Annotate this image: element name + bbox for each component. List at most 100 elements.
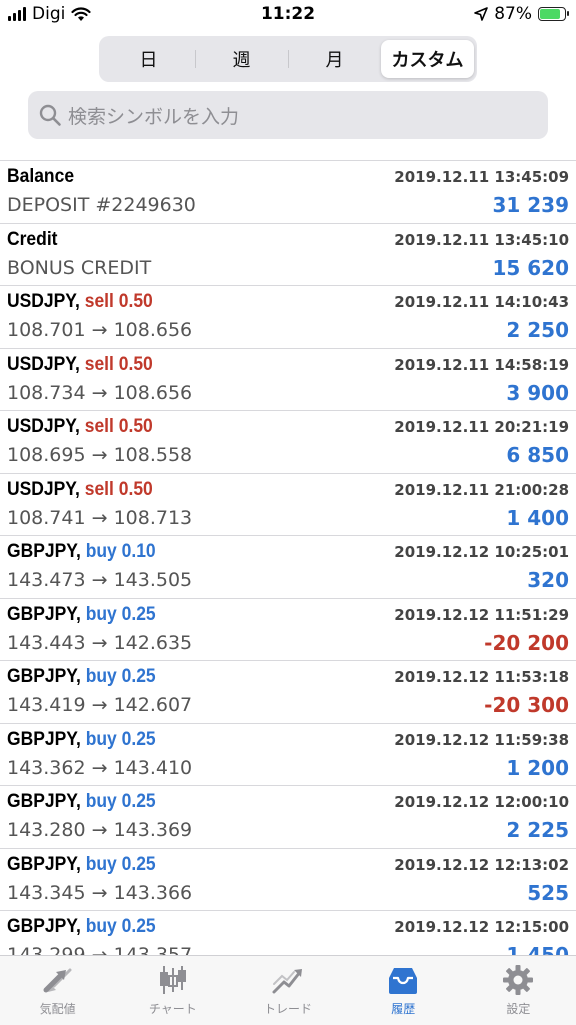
row-detail: 143.362 → 143.410 (7, 756, 193, 779)
history-row[interactable]: USDJPY, sell 0.50 108.695 → 108.558 2019.1… (0, 411, 576, 474)
row-symbol: GBPJPY, (7, 916, 81, 937)
segment-1[interactable]: 週 (195, 40, 288, 78)
tab-gear[interactable]: 設定 (461, 956, 576, 1025)
tab-history-inbox[interactable]: 履歴 (346, 956, 461, 1025)
row-value: -20 300 (484, 693, 569, 717)
trade-icon (270, 964, 306, 996)
row-detail: DEPOSIT #2249630 (7, 194, 196, 216)
row-detail: 143.419 → 142.607 (7, 694, 193, 716)
row-time: 2019.12.12 11:51:29 (394, 605, 569, 624)
row-title: Credit (7, 229, 58, 251)
row-title: GBPJPY, buy 0.25 (7, 729, 156, 751)
row-symbol: GBPJPY, (7, 541, 81, 562)
row-side: buy 0.25 (85, 728, 156, 750)
row-detail: 143.443 → 142.635 (7, 631, 193, 654)
row-detail: 143.345 → 143.366 (7, 881, 193, 904)
row-detail: 108.734 → 108.656 (7, 381, 193, 404)
tab-bar: 気配値 チャート トレード 履歴 設定 (0, 955, 576, 1025)
row-side: buy 0.25 (85, 603, 156, 625)
row-value: 2 250 (506, 318, 569, 342)
history-row[interactable]: USDJPY, sell 0.50 108.741 → 108.713 2019.1… (0, 474, 576, 536)
row-side: buy 0.25 (85, 666, 156, 687)
tab-candlestick-chart[interactable]: チャート (115, 956, 230, 1025)
row-symbol: Credit (7, 228, 58, 250)
history-row[interactable]: GBPJPY, buy 0.25 143.419 → 142.607 2019.12… (0, 661, 576, 724)
tab-label: トレード (264, 1002, 313, 1016)
row-detail: 143.280 → 143.369 (7, 819, 193, 841)
row-time: 2019.12.11 20:21:19 (394, 418, 569, 436)
row-side: sell 0.50 (84, 353, 153, 375)
row-value: 1 400 (506, 505, 569, 530)
row-value: 1 200 (506, 755, 569, 780)
history-row[interactable]: GBPJPY, buy 0.10 143.473 → 143.505 2019.12… (0, 536, 576, 599)
tab-quotes[interactable]: 気配値 (0, 956, 115, 1025)
row-symbol: GBPJPY, (7, 666, 81, 687)
row-title: USDJPY, sell 0.50 (7, 416, 153, 438)
row-title: GBPJPY, buy 0.25 (7, 666, 156, 688)
history-row[interactable]: GBPJPY, buy 0.25 143.280 → 143.369 2019.12… (0, 786, 576, 849)
row-side: sell 0.50 (84, 291, 153, 312)
row-symbol: Balance (7, 166, 75, 187)
history-row[interactable]: GBPJPY, buy 0.25 143.362 → 143.410 2019.12… (0, 724, 576, 786)
row-time: 2019.12.12 12:00:10 (394, 793, 569, 811)
row-side: sell 0.50 (84, 478, 153, 500)
row-time: 2019.12.11 21:00:28 (394, 480, 569, 499)
history-row[interactable]: Credit BONUS CREDIT 2019.12.11 13:45:10 15 … (0, 224, 576, 286)
row-time: 2019.12.12 10:25:01 (394, 543, 569, 561)
row-detail: 143.473 → 143.505 (7, 569, 193, 591)
history-list: Balance DEPOSIT #2249630 2019.12.11 13:45:… (0, 160, 576, 956)
history-row[interactable]: GBPJPY, buy 0.25 143.299 → 143.357 2019.12… (0, 911, 576, 956)
row-title: GBPJPY, buy 0.10 (7, 541, 156, 563)
row-title: USDJPY, sell 0.50 (7, 291, 153, 313)
row-title: USDJPY, sell 0.50 (7, 354, 153, 376)
location-arrow-icon (474, 7, 489, 21)
row-time: 2019.12.12 11:59:38 (394, 730, 569, 749)
status-right: 87% (474, 4, 569, 24)
row-detail: BONUS CREDIT (7, 256, 152, 279)
segment-2[interactable]: 月 (288, 40, 381, 78)
row-time: 2019.12.12 12:15:00 (394, 918, 569, 936)
tab-label: 気配値 (39, 1002, 76, 1016)
row-value: 3 900 (506, 380, 569, 405)
row-side: buy 0.25 (85, 791, 156, 812)
battery-icon (538, 7, 569, 21)
row-detail: 108.741 → 108.713 (7, 506, 193, 529)
tab-trade[interactable]: トレード (230, 956, 345, 1025)
history-row[interactable]: USDJPY, sell 0.50 108.734 → 108.656 2019.1… (0, 349, 576, 411)
row-side: buy 0.25 (85, 916, 156, 937)
row-side: buy 0.10 (85, 541, 156, 562)
candlestick-chart-icon (155, 964, 191, 996)
row-value: 320 (527, 568, 569, 592)
tab-label: 履歴 (391, 1002, 416, 1016)
search-input[interactable]: 検索シンボルを入力 (68, 102, 239, 129)
row-time: 2019.12.11 13:45:10 (394, 230, 569, 249)
segment-3[interactable]: カスタム (381, 40, 474, 78)
row-detail: 108.695 → 108.558 (7, 444, 193, 466)
row-title: Balance (7, 166, 74, 188)
row-value: 6 850 (506, 443, 569, 467)
row-symbol: USDJPY, (7, 353, 80, 375)
row-title: GBPJPY, buy 0.25 (7, 854, 156, 876)
row-time: 2019.12.11 14:58:19 (394, 355, 569, 374)
row-value: 15 620 (492, 255, 569, 280)
tab-label: チャート (148, 1002, 197, 1016)
row-time: 2019.12.11 14:10:43 (394, 293, 569, 311)
row-symbol: GBPJPY, (7, 853, 81, 875)
history-row[interactable]: USDJPY, sell 0.50 108.701 → 108.656 2019.1… (0, 286, 576, 349)
row-symbol: USDJPY, (7, 291, 80, 312)
row-title: GBPJPY, buy 0.25 (7, 791, 156, 813)
history-row[interactable]: GBPJPY, buy 0.25 143.443 → 142.635 2019.12… (0, 599, 576, 661)
row-symbol: USDJPY, (7, 416, 80, 437)
tab-label: 設定 (506, 1002, 531, 1016)
history-row[interactable]: GBPJPY, buy 0.25 143.345 → 143.366 2019.12… (0, 849, 576, 911)
row-value: 525 (527, 880, 569, 905)
row-time: 2019.12.12 12:13:02 (394, 855, 569, 874)
row-title: USDJPY, sell 0.50 (7, 479, 153, 501)
segment-0[interactable]: 日 (102, 40, 195, 78)
row-side: buy 0.25 (85, 853, 156, 875)
row-symbol: GBPJPY, (7, 603, 81, 625)
row-value: 31 239 (492, 193, 569, 217)
row-symbol: USDJPY, (7, 478, 80, 500)
search-bar[interactable]: 検索シンボルを入力 (28, 91, 548, 139)
history-row[interactable]: Balance DEPOSIT #2249630 2019.12.11 13:45:… (0, 161, 576, 224)
